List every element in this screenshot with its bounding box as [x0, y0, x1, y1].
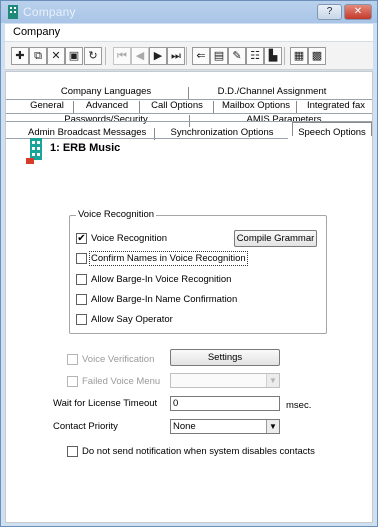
license-timeout-label: Wait for License Timeout — [53, 398, 158, 409]
allow-say-operator-label: Allow Say Operator — [91, 314, 173, 325]
help-button[interactable]: ? — [317, 4, 342, 20]
toolbar: ✚ ⧉ ✕ ▣ ↻ ⏮ ◀ ▶ ⏭ ⇐ ▤ ✎ ☷ ▙ ▦ ▩ — [5, 42, 373, 70]
tab-divider — [139, 101, 140, 113]
tab-company-languages[interactable]: Company Languages — [46, 86, 166, 99]
tab-divider — [188, 87, 189, 99]
tab-dd-channel-assignment[interactable]: D.D./Channel Assignment — [202, 86, 342, 99]
help-icon: ? — [326, 6, 333, 17]
toolbar-separator — [284, 47, 285, 65]
add-icon: ✚ — [15, 50, 25, 62]
next-record-button[interactable]: ▶ — [149, 47, 167, 65]
window-title: Company — [23, 5, 76, 19]
contact-priority-label: Contact Priority — [53, 421, 118, 432]
report-icon: ▦ — [293, 50, 305, 62]
toolbar-separator — [186, 47, 187, 65]
grid-button[interactable]: ▩ — [308, 47, 326, 65]
edit-icon: ✎ — [232, 50, 242, 62]
confirm-names-label: Confirm Names in Voice Recognition — [89, 251, 248, 266]
contact-priority-select[interactable]: None ▼ — [170, 419, 280, 434]
grid-icon: ▩ — [311, 50, 323, 62]
chart-icon: ▙ — [268, 50, 278, 62]
check-icon: ✔ — [77, 233, 86, 244]
voice-recognition-checkbox[interactable]: ✔ — [76, 233, 87, 244]
last-record-button[interactable]: ⏭ — [167, 47, 185, 65]
copy-button[interactable]: ⧉ — [29, 47, 47, 65]
filter-button[interactable]: ▤ — [210, 47, 228, 65]
chevron-down-icon: ▼ — [266, 420, 279, 433]
save-icon: ▣ — [68, 50, 80, 62]
tab-divider — [213, 101, 214, 113]
refresh-icon: ↻ — [88, 50, 98, 62]
first-record-icon: ⏮ — [117, 50, 127, 62]
barge-in-name-confirmation-checkbox[interactable] — [76, 294, 87, 305]
failed-voice-menu-select[interactable]: ▼ — [170, 373, 280, 388]
allow-say-operator-checkbox[interactable] — [76, 314, 87, 325]
license-timeout-unit: msec. — [286, 400, 312, 411]
app-icon — [8, 5, 18, 19]
tab-integrated-fax[interactable]: Integrated fax — [304, 100, 368, 113]
properties-button[interactable]: ☷ — [246, 47, 264, 65]
previous-record-icon: ◀ — [135, 50, 145, 62]
tab-advanced[interactable]: Advanced — [82, 100, 132, 113]
voice-verification-checkbox[interactable] — [67, 354, 78, 365]
close-icon: ✕ — [353, 6, 363, 17]
compile-grammar-button[interactable]: Compile Grammar — [234, 230, 317, 247]
save-button[interactable]: ▣ — [65, 47, 83, 65]
voice-recognition-label: Voice Recognition — [91, 233, 168, 244]
barge-in-voice-recognition-checkbox[interactable] — [76, 274, 87, 285]
tab-speech-options[interactable]: Speech Options — [294, 127, 370, 140]
barge-in-name-confirmation-label: Allow Barge-In Name Confirmation — [91, 294, 238, 305]
tab-divider — [296, 101, 297, 113]
no-notification-checkbox[interactable] — [67, 446, 78, 457]
filter-icon: ▤ — [213, 50, 225, 62]
find-icon: ⇐ — [196, 50, 206, 62]
next-record-icon: ▶ — [153, 50, 163, 62]
company-properties-panel: Company Languages D.D./Channel Assignmen… — [5, 71, 373, 523]
delete-icon: ✕ — [51, 50, 61, 62]
toolbar-separator — [105, 47, 106, 65]
no-notification-label: Do not send notification when system dis… — [82, 446, 315, 457]
find-button[interactable]: ⇐ — [192, 47, 210, 65]
menu-bar: Company — [5, 24, 373, 42]
barge-in-voice-recognition-label: Allow Barge-In Voice Recognition — [91, 274, 232, 285]
delete-button[interactable]: ✕ — [47, 47, 65, 65]
voice-recognition-legend: Voice Recognition — [76, 209, 157, 220]
company-building-icon — [26, 138, 42, 164]
voice-verification-label: Voice Verification — [82, 354, 155, 365]
tab-divider — [73, 101, 74, 113]
report-button[interactable]: ▦ — [290, 47, 308, 65]
edit-button[interactable]: ✎ — [228, 47, 246, 65]
voice-verification-settings-button[interactable]: Settings — [170, 349, 280, 366]
close-button[interactable]: ✕ — [344, 4, 372, 20]
chart-button[interactable]: ▙ — [264, 47, 282, 65]
company-window: Company ? ✕ Company ✚ ⧉ ✕ ▣ ↻ ⏮ ◀ ▶ ⏭ ⇐ ▤ ✎ ☷ ▙ ▦ ▩ Com… — [0, 0, 378, 527]
failed-voice-menu-label: Failed Voice Menu — [82, 376, 161, 387]
title-bar[interactable]: Company ? ✕ — [1, 1, 377, 23]
last-record-icon: ⏭ — [171, 50, 181, 62]
tab-row-line — [6, 138, 288, 139]
copy-icon: ⧉ — [34, 50, 42, 62]
previous-record-button[interactable]: ◀ — [131, 47, 149, 65]
add-button[interactable]: ✚ — [11, 47, 29, 65]
properties-icon: ☷ — [250, 50, 260, 62]
confirm-names-checkbox[interactable] — [76, 253, 87, 264]
contact-priority-value: None — [173, 421, 196, 432]
failed-voice-menu-checkbox[interactable] — [67, 376, 78, 387]
refresh-button[interactable]: ↻ — [84, 47, 102, 65]
tab-mailbox-options[interactable]: Mailbox Options — [221, 100, 291, 113]
menu-company[interactable]: Company — [13, 26, 60, 38]
license-timeout-input[interactable]: 0 — [170, 396, 280, 411]
tab-call-options[interactable]: Call Options — [149, 100, 205, 113]
tab-general[interactable]: General — [30, 100, 64, 113]
chevron-down-icon: ▼ — [266, 374, 279, 387]
record-title: 1: ERB Music — [50, 142, 121, 154]
first-record-button[interactable]: ⏮ — [113, 47, 131, 65]
